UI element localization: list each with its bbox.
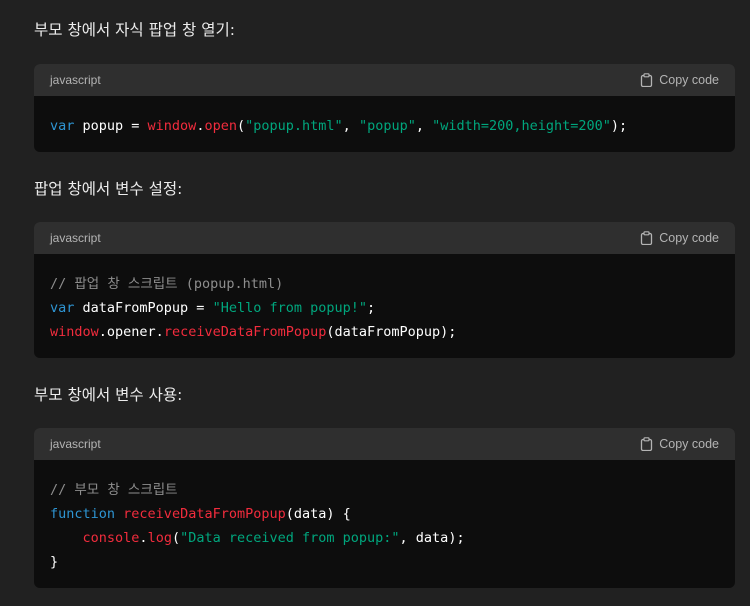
code-language-label: javascript — [50, 437, 101, 451]
code-block-header: javascript Copy code — [34, 428, 735, 460]
code-token: console — [82, 530, 140, 546]
section-heading-2: 팝업 창에서 변수 설정: — [34, 180, 183, 198]
code-token: receiveDataFromPopup — [163, 324, 327, 340]
code-token: "Data received from popup:" — [180, 530, 400, 546]
code-line: // 부모 창 스크립트 — [50, 478, 719, 502]
code-content: // 부모 창 스크립트 function receiveDataFromPopu… — [34, 460, 735, 574]
clipboard-icon — [640, 231, 653, 245]
code-token: function — [50, 506, 116, 522]
code-token: .opener. — [98, 324, 164, 340]
code-line: window.opener.receiveDataFromPopup(dataF… — [50, 320, 719, 344]
code-token: . — [139, 530, 148, 546]
code-token: var — [50, 118, 75, 134]
code-token: , data); — [399, 530, 465, 546]
code-token: (dataFromPopup); — [326, 324, 457, 340]
copy-code-label: Copy code — [659, 73, 719, 87]
code-token: "popup" — [358, 118, 416, 134]
code-token: var — [50, 300, 75, 316]
code-line: // 팝업 창 스크립트 (popup.html) — [50, 272, 719, 296]
code-token: window — [147, 118, 197, 134]
code-language-label: javascript — [50, 231, 101, 245]
code-token: "popup.html" — [245, 118, 343, 134]
code-token: ( — [236, 118, 246, 134]
copy-code-button[interactable]: Copy code — [640, 437, 719, 451]
code-token: ; — [367, 300, 376, 316]
code-token: "width=200,height=200" — [432, 118, 611, 134]
code-token: // 팝업 창 스크립트 (popup.html) — [50, 276, 284, 292]
code-line: console.log("Data received from popup:",… — [50, 526, 719, 550]
code-content: var popup = window.open("popup.html", "p… — [34, 96, 735, 138]
code-token: window — [50, 324, 99, 340]
code-token: open — [204, 118, 237, 134]
code-token: ); — [610, 118, 628, 134]
code-content: // 팝업 창 스크립트 (popup.html) var dataFromPop… — [34, 254, 735, 344]
section-heading-1: 부모 창에서 자식 팝업 창 열기: — [34, 21, 235, 39]
clipboard-icon — [640, 437, 653, 451]
code-token: receiveDataFromPopup — [123, 506, 286, 522]
code-line: var dataFromPopup = "Hello from popup!"; — [50, 296, 719, 320]
code-token: dataFromPopup = — [74, 300, 213, 316]
code-token: (data) { — [285, 506, 351, 522]
code-block-1: javascript Copy code var popup = window.… — [34, 64, 735, 152]
code-block-3: javascript Copy code // 부모 창 스크립트 functio… — [34, 428, 735, 588]
code-block-2: javascript Copy code // 팝업 창 스크립트 (popup… — [34, 222, 735, 358]
copy-code-button[interactable]: Copy code — [640, 231, 719, 245]
code-token: , — [342, 118, 359, 134]
code-token: // 부모 창 스크립트 — [50, 482, 178, 498]
code-token: "Hello from popup!" — [212, 300, 367, 316]
code-token: popup = — [74, 118, 148, 134]
code-language-label: javascript — [50, 73, 101, 87]
code-block-header: javascript Copy code — [34, 222, 735, 254]
code-token: , — [415, 118, 433, 134]
clipboard-icon — [640, 73, 653, 87]
code-token: } — [50, 554, 59, 570]
code-line: } — [50, 550, 719, 574]
code-line: var popup = window.open("popup.html", "p… — [50, 114, 719, 138]
code-token: ( — [171, 530, 181, 546]
code-token: log — [147, 530, 172, 546]
copy-code-label: Copy code — [659, 437, 719, 451]
code-line: function receiveDataFromPopup(data) { — [50, 502, 719, 526]
copy-code-label: Copy code — [659, 231, 719, 245]
section-heading-3: 부모 창에서 변수 사용: — [34, 386, 183, 404]
copy-code-button[interactable]: Copy code — [640, 73, 719, 87]
code-block-header: javascript Copy code — [34, 64, 735, 96]
